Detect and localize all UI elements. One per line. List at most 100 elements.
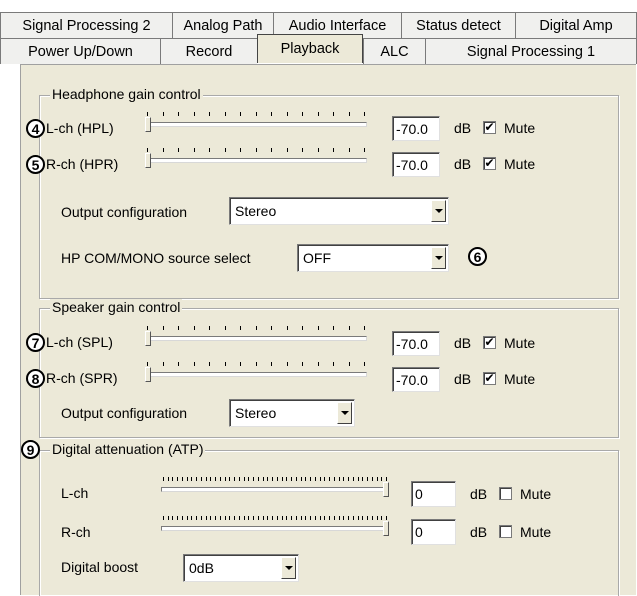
slider-thumb[interactable] xyxy=(145,153,151,168)
slider-thumb[interactable] xyxy=(383,521,389,536)
chevron-down-icon[interactable] xyxy=(431,200,446,222)
slider-tick xyxy=(371,477,373,481)
slider-tick xyxy=(224,148,226,152)
slider-tick xyxy=(291,516,293,520)
slider-tick xyxy=(209,148,210,152)
spk-output-config-select[interactable]: Stereo xyxy=(229,399,355,427)
slider-tick xyxy=(305,477,307,481)
slider-tick xyxy=(333,516,335,520)
slider-tick xyxy=(240,148,241,152)
slider-tick xyxy=(163,477,164,481)
chevron-down-icon[interactable] xyxy=(281,557,296,579)
atp-l-slider[interactable] xyxy=(161,475,389,501)
slider-tick xyxy=(272,477,274,481)
slider-tick xyxy=(329,516,331,520)
tab-digital-amp[interactable]: Digital Amp xyxy=(515,12,637,38)
hpr-slider[interactable] xyxy=(145,146,367,172)
chevron-down-icon[interactable] xyxy=(431,247,446,269)
atp-r-mute-checkbox[interactable] xyxy=(499,525,512,538)
spr-value-field[interactable]: -70.0 xyxy=(392,367,440,392)
digital-boost-select[interactable]: 0dB xyxy=(183,554,299,582)
spk-output-config-label: Output configuration xyxy=(61,405,188,421)
hp-output-config-label: Output configuration xyxy=(61,204,188,220)
slider-tick xyxy=(376,477,378,481)
slider-tick xyxy=(229,477,231,481)
atp-r-value-field[interactable]: 0 xyxy=(411,519,456,545)
slider-tick xyxy=(219,516,221,520)
atp-r-unit: dB xyxy=(470,524,488,540)
slider-tick xyxy=(276,516,278,520)
slider-tick xyxy=(305,516,307,520)
playback-panel: Headphone gain control 4 L-ch (HPL) -70.… xyxy=(20,64,636,596)
slider-tick xyxy=(367,516,369,520)
slider-tick xyxy=(240,362,241,366)
atp-r-slider[interactable] xyxy=(161,514,389,540)
tab-signal-processing-2[interactable]: Signal Processing 2 xyxy=(0,12,172,38)
slider-tick xyxy=(162,362,164,366)
slider-tick xyxy=(186,477,188,481)
slider-track xyxy=(145,122,367,127)
hpl-slider[interactable] xyxy=(145,110,367,136)
slider-tick xyxy=(172,516,174,520)
slider-tick xyxy=(167,516,169,520)
hpl-mute-checkbox[interactable]: ✔ xyxy=(483,121,496,134)
slider-track xyxy=(161,487,389,492)
hpr-value-field[interactable]: -70.0 xyxy=(392,152,440,177)
spl-slider[interactable] xyxy=(145,324,367,350)
slider-tick xyxy=(286,516,288,520)
slider-thumb[interactable] xyxy=(383,482,389,497)
atp-l-value-field[interactable]: 0 xyxy=(411,481,456,507)
slider-tick xyxy=(333,362,334,366)
slider-thumb[interactable] xyxy=(145,367,151,382)
spr-mute-checkbox[interactable]: ✔ xyxy=(483,372,496,385)
slider-tick xyxy=(343,516,345,520)
tab-playback[interactable]: Playback xyxy=(257,34,363,63)
hp-output-config-value: Stereo xyxy=(235,203,277,219)
hpr-mute-checkbox[interactable]: ✔ xyxy=(483,157,496,170)
slider-tick xyxy=(329,477,331,481)
hp-output-config-select[interactable]: Stereo xyxy=(229,197,449,225)
tab-row-bottom: Power Up/Down Record Playback ALC Signal… xyxy=(0,34,637,64)
slider-tick xyxy=(348,326,350,330)
atp-l-label: L-ch xyxy=(61,485,89,501)
slider-tick xyxy=(348,362,350,366)
tab-alc[interactable]: ALC xyxy=(363,38,425,64)
slider-tick xyxy=(281,477,283,481)
slider-ticks xyxy=(147,148,365,154)
slider-tick xyxy=(238,516,240,520)
spl-mute-checkbox[interactable]: ✔ xyxy=(483,336,496,349)
slider-thumb[interactable] xyxy=(145,331,151,346)
slider-thumb[interactable] xyxy=(145,117,151,132)
tab-power-up-down[interactable]: Power Up/Down xyxy=(0,38,160,64)
slider-tick xyxy=(317,148,319,152)
slider-track xyxy=(161,526,389,531)
atp-l-mute-checkbox[interactable] xyxy=(499,487,512,500)
slider-tick xyxy=(267,516,269,520)
slider-tick xyxy=(178,148,179,152)
slider-tick xyxy=(205,516,207,520)
tab-signal-processing-1[interactable]: Signal Processing 1 xyxy=(425,38,637,64)
hp-com-mono-select[interactable]: OFF xyxy=(297,244,449,272)
slider-tick xyxy=(357,477,359,481)
speaker-gain-title: Speaker gain control xyxy=(50,299,183,315)
slider-tick xyxy=(193,112,195,116)
tab-record[interactable]: Record xyxy=(160,38,257,64)
slider-tick xyxy=(191,477,193,481)
chevron-down-icon[interactable] xyxy=(337,402,352,424)
spl-value-field[interactable]: -70.0 xyxy=(392,331,440,356)
slider-tick xyxy=(317,326,319,330)
slider-tick xyxy=(191,516,193,520)
slider-tick xyxy=(310,516,312,520)
spr-slider[interactable] xyxy=(145,360,367,386)
slider-tick xyxy=(386,516,387,520)
hpl-label: L-ch (HPL) xyxy=(46,120,114,136)
hpl-value-field[interactable]: -70.0 xyxy=(392,116,440,141)
slider-tick xyxy=(295,477,297,481)
slider-tick xyxy=(262,516,264,520)
tab-status-detect[interactable]: Status detect xyxy=(401,12,515,38)
spl-unit: dB xyxy=(454,335,472,351)
slider-tick xyxy=(300,516,302,520)
slider-tick xyxy=(240,326,241,330)
slider-tick xyxy=(255,112,257,116)
slider-tick xyxy=(147,112,148,116)
